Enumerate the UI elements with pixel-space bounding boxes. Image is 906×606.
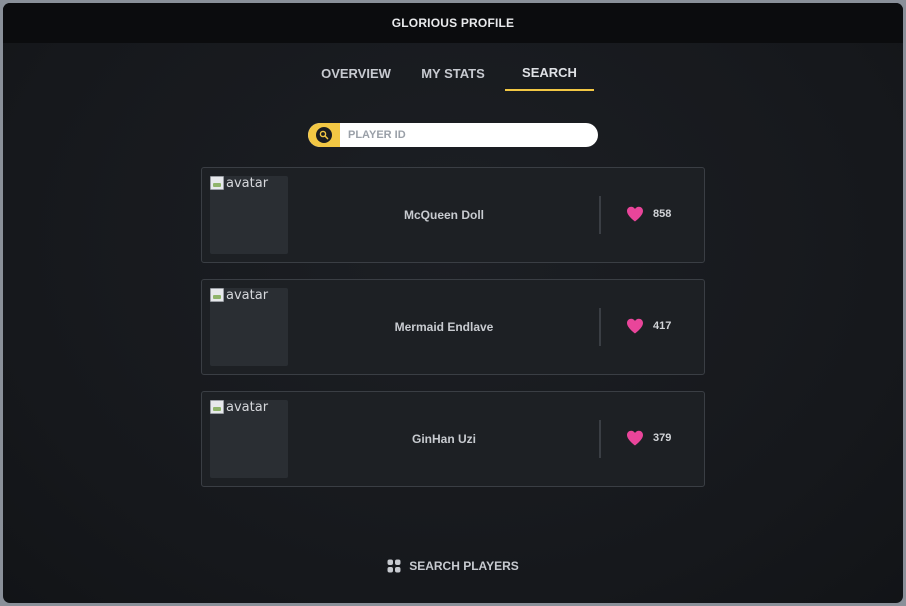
avatar-alt-text: avatar bbox=[226, 176, 269, 191]
avatar-alt-text: avatar bbox=[226, 288, 269, 303]
player-card[interactable]: avatar McQueen Doll 858 bbox=[201, 167, 705, 263]
heart-icon bbox=[627, 430, 643, 446]
player-name: McQueen Doll bbox=[403, 208, 484, 222]
broken-image-icon bbox=[210, 176, 224, 190]
like-count: 417 bbox=[653, 320, 672, 332]
tab-overview[interactable]: OVERVIEW bbox=[319, 57, 393, 91]
tab-bar: OVERVIEW MY STATS SEARCH bbox=[3, 57, 903, 97]
avatar-image: avatar bbox=[210, 288, 268, 303]
divider bbox=[599, 308, 601, 346]
broken-image-icon bbox=[210, 288, 224, 302]
player-name: Mermaid Endlave bbox=[394, 320, 494, 334]
title-bar: GLORIOUS PROFILE bbox=[3, 3, 903, 43]
likes: 417 bbox=[626, 318, 671, 334]
likes: 379 bbox=[626, 430, 671, 446]
player-card[interactable]: avatar GinHan Uzi 379 bbox=[201, 391, 705, 487]
like-count: 379 bbox=[653, 432, 672, 444]
search-bar bbox=[308, 123, 598, 147]
window-title: GLORIOUS PROFILE bbox=[391, 16, 515, 30]
player-id-input[interactable] bbox=[340, 123, 598, 147]
heart-icon bbox=[627, 318, 643, 334]
avatar-image: avatar bbox=[210, 400, 268, 415]
grid-icon bbox=[387, 559, 401, 573]
avatar-alt-text: avatar bbox=[226, 400, 269, 415]
search-players-button[interactable]: SEARCH PLAYERS bbox=[3, 559, 903, 573]
avatar-image: avatar bbox=[210, 176, 268, 191]
heart-icon bbox=[627, 206, 643, 222]
profile-window: GLORIOUS PROFILE OVERVIEW MY STATS SEARC… bbox=[3, 3, 903, 603]
search-icon bbox=[316, 127, 332, 143]
divider bbox=[599, 420, 601, 458]
search-players-label: SEARCH PLAYERS bbox=[409, 559, 519, 573]
divider bbox=[599, 196, 601, 234]
search-button[interactable] bbox=[308, 123, 340, 147]
tab-search[interactable]: SEARCH bbox=[505, 56, 594, 91]
like-count: 858 bbox=[653, 208, 672, 220]
likes: 858 bbox=[626, 206, 671, 222]
player-card[interactable]: avatar Mermaid Endlave 417 bbox=[201, 279, 705, 375]
tab-my-stats[interactable]: MY STATS bbox=[419, 57, 487, 91]
player-name: GinHan Uzi bbox=[411, 432, 476, 446]
broken-image-icon bbox=[210, 400, 224, 414]
